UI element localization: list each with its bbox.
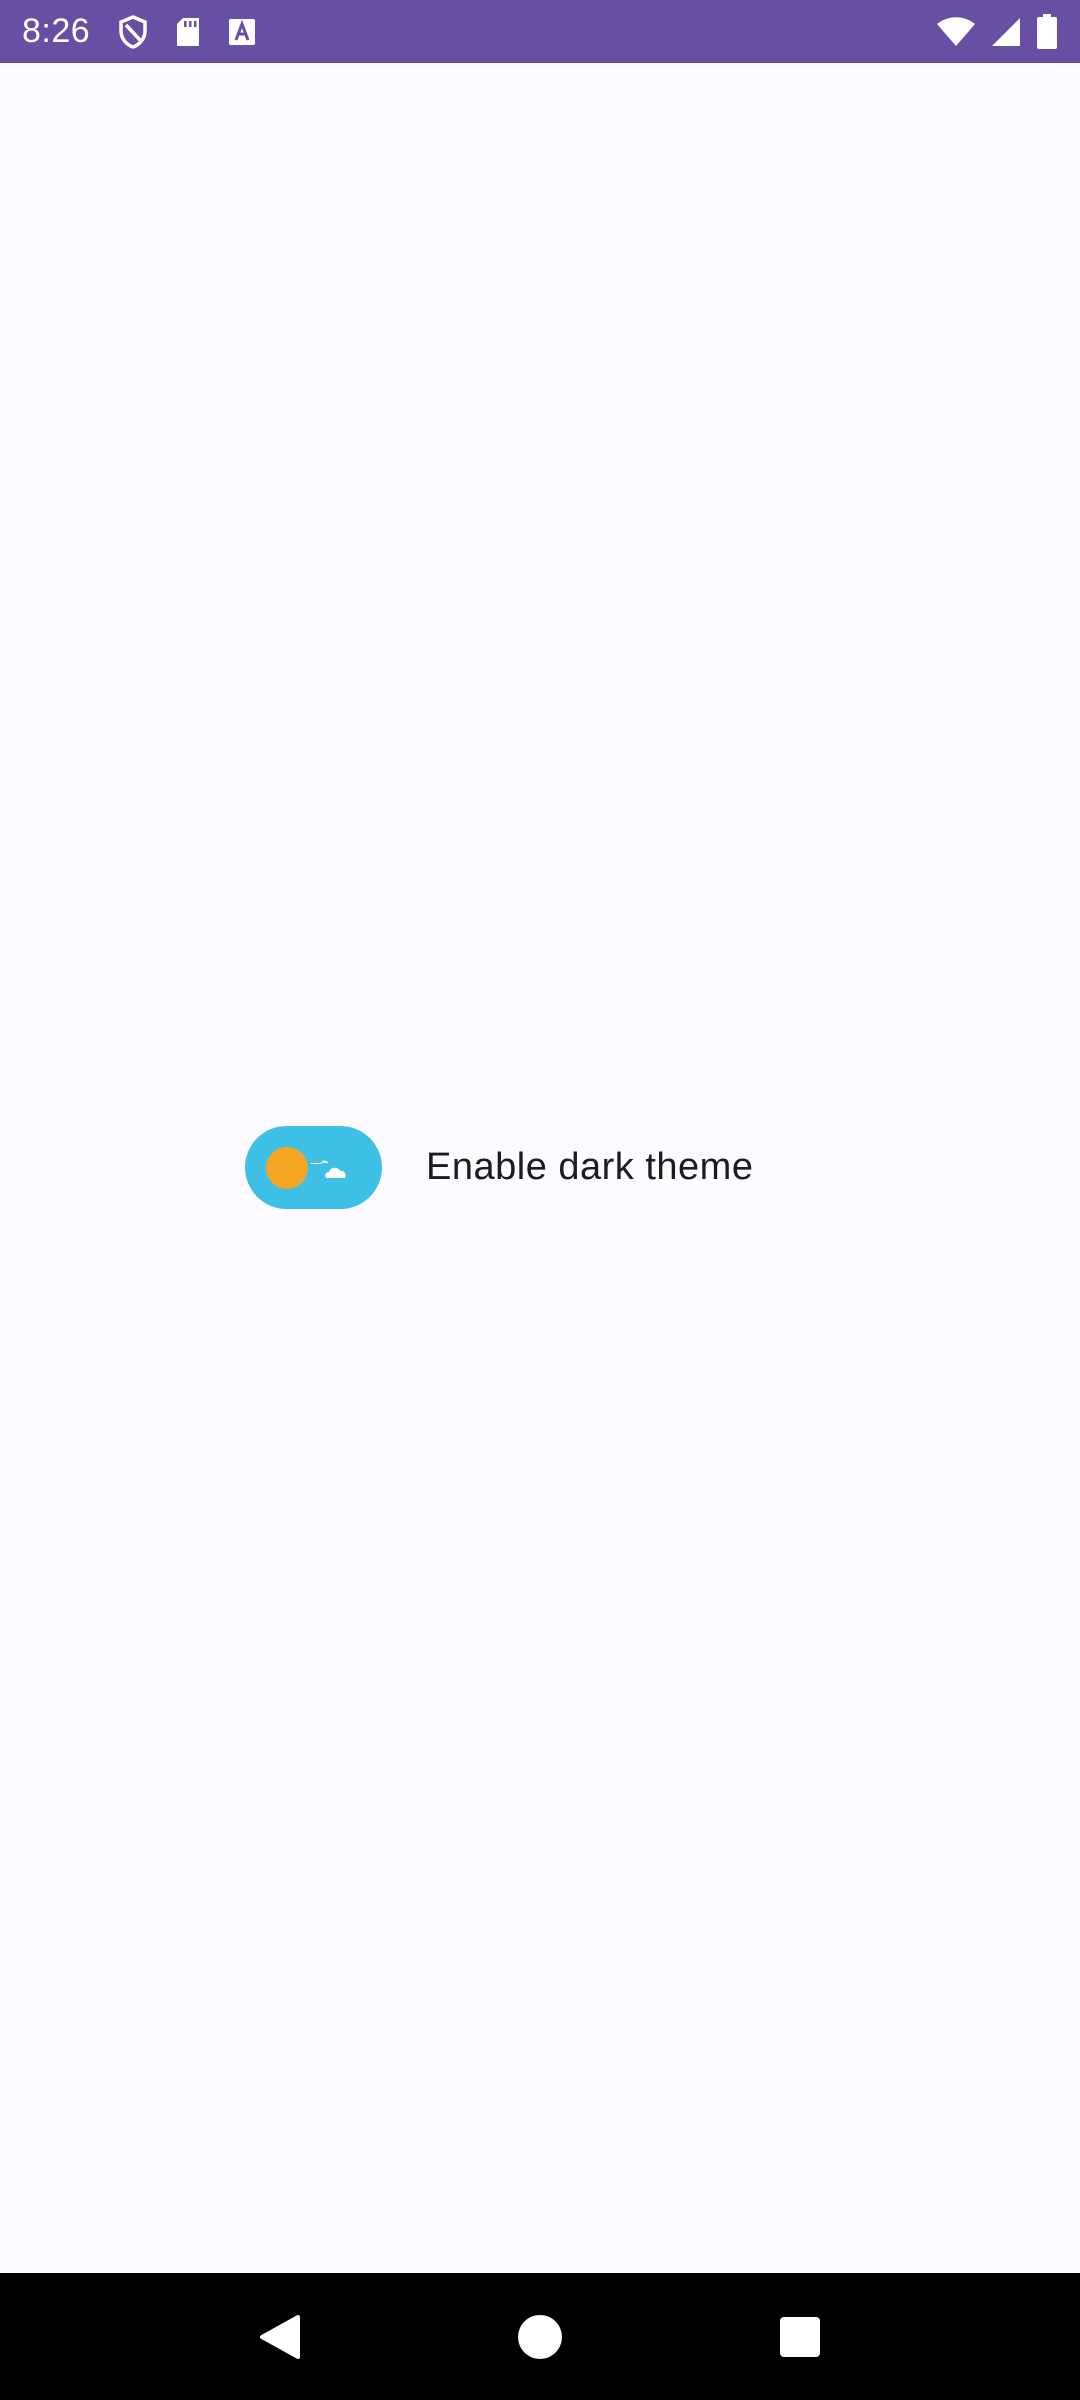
battery-icon: [1036, 13, 1058, 50]
main-content: Enable dark theme: [0, 63, 1080, 2273]
sun-icon: [266, 1147, 308, 1189]
shield-icon: [118, 14, 148, 49]
wifi-icon: [936, 16, 976, 48]
status-bar: 8:26: [0, 0, 1080, 63]
cellular-signal-icon: [990, 16, 1022, 48]
status-right: [936, 13, 1058, 50]
clouds-icon: [311, 1160, 346, 1178]
back-icon[interactable]: [235, 2292, 325, 2382]
navigation-bar: [0, 2273, 1080, 2400]
status-left: 8:26: [22, 12, 282, 51]
recents-icon[interactable]: [755, 2292, 845, 2382]
status-time: 8:26: [22, 12, 91, 50]
keyboard-a-icon: [228, 18, 256, 46]
dark-theme-toggle[interactable]: [245, 1126, 382, 1209]
sd-card-icon: [174, 16, 202, 48]
home-icon[interactable]: [495, 2292, 585, 2382]
dark-theme-label: Enable dark theme: [426, 1146, 754, 1188]
dark-theme-row: Enable dark theme: [245, 1126, 753, 1209]
